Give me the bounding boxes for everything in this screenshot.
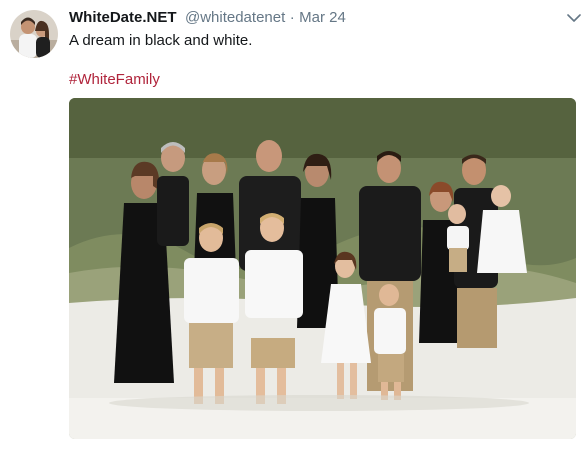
separator-dot: · <box>289 9 295 26</box>
chevron-down-icon[interactable] <box>567 10 581 22</box>
author-avatar[interactable] <box>10 10 58 58</box>
tweet-text: A dream in black and white. <box>69 32 253 49</box>
display-name[interactable]: WhiteDate.NET <box>69 9 177 26</box>
tweet-photo[interactable] <box>69 98 576 439</box>
timestamp[interactable]: Mar 24 <box>299 9 346 26</box>
tweet-header: WhiteDate.NET @whitedatenet · Mar 24 <box>69 9 575 29</box>
user-handle[interactable]: @whitedatenet <box>185 9 285 26</box>
hashtag-link[interactable]: #WhiteFamily <box>69 70 160 90</box>
